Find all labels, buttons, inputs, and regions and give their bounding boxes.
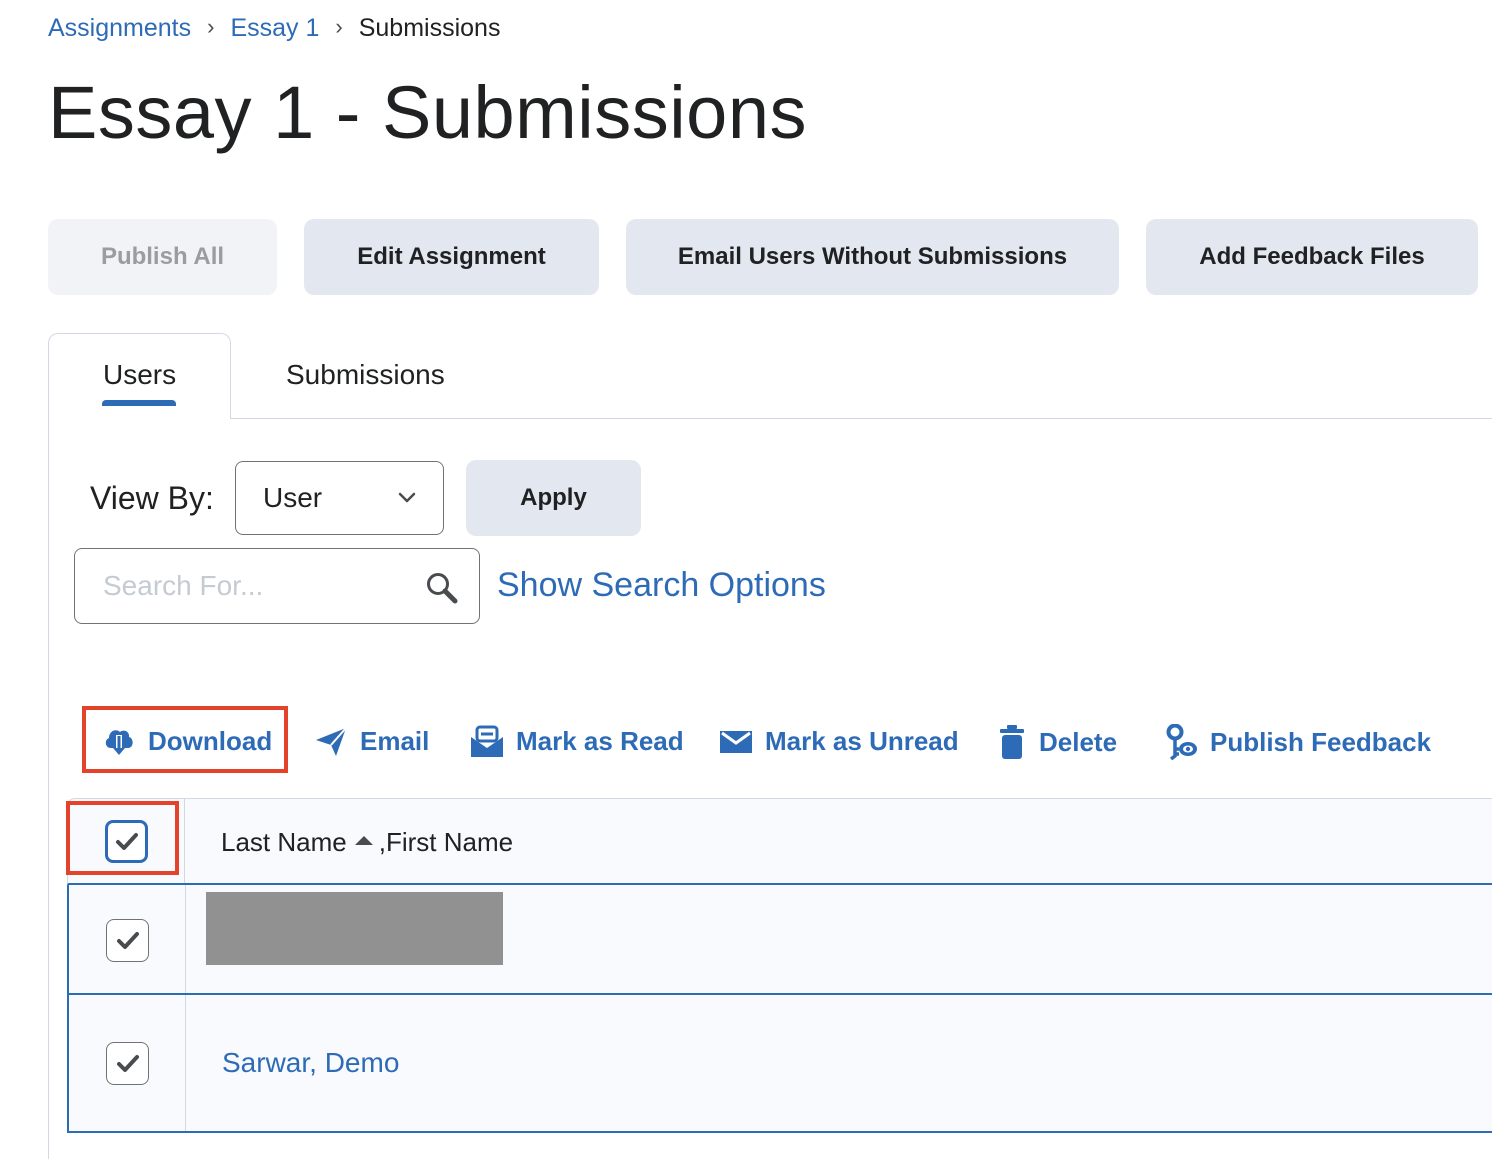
mark-as-unread-label: Mark as Unread [765,725,959,756]
breadcrumb-current: Submissions [358,14,501,42]
delete-label: Delete [1039,726,1118,757]
email-action[interactable]: Email [314,724,429,758]
table-header-row: Last Name , First Name [67,798,1492,885]
add-feedback-files-button[interactable]: Add Feedback Files [1146,219,1478,295]
edit-assignment-button[interactable]: Edit Assignment [304,219,599,295]
mark-as-read-label: Mark as Read [516,725,684,756]
tab-submissions[interactable]: Submissions [286,359,445,391]
mark-as-read-action[interactable]: Mark as Read [470,724,684,758]
view-by-label: View By: [90,480,214,516]
sort-ascending-icon [354,836,373,845]
breadcrumb-separator-icon: › [335,13,343,39]
breadcrumb: Assignments › Essay 1 › Submissions [48,14,500,43]
publish-all-button[interactable]: Publish All [48,219,277,295]
select-all-checkbox[interactable] [105,820,148,863]
tab-divider [230,418,1492,419]
user-name-link[interactable]: Sarwar, Demo [222,1047,399,1079]
publish-feedback-label: Publish Feedback [1210,726,1432,757]
envelope-open-icon [471,725,503,757]
row-checkbox[interactable] [106,1042,149,1085]
email-users-without-submissions-button[interactable]: Email Users Without Submissions [626,219,1119,295]
name-column-header: Last Name , First Name [221,827,513,858]
table-row: Sarwar, Demo [67,995,1492,1133]
search-box [74,548,480,624]
publish-feedback-icon [1166,724,1197,760]
mark-as-unread-action[interactable]: Mark as Unread [719,724,959,758]
redacted-name [206,892,503,965]
view-by-select[interactable]: User [235,461,444,535]
publish-feedback-action[interactable]: Publish Feedback [1166,724,1431,760]
view-by-selected-value: User [263,482,323,513]
apply-button[interactable]: Apply [466,460,641,536]
download-action[interactable]: Download [102,724,272,758]
column-divider [185,885,186,993]
panel-border [48,419,49,1159]
sort-last-name-link[interactable]: Last Name [221,827,347,858]
cloud-download-icon [105,730,133,755]
checkmark-icon [116,1054,139,1072]
envelope-icon [720,731,752,753]
paper-plane-icon [316,727,347,756]
search-input[interactable] [76,550,406,622]
search-icon[interactable] [425,571,459,605]
column-separator: , [378,827,386,857]
breadcrumb-separator-icon: › [207,13,215,39]
download-label: Download [148,725,273,756]
table-row [67,885,1492,995]
tab-users-active-indicator [102,400,176,406]
column-divider [184,799,185,883]
page-title: Essay 1 - Submissions [48,71,807,154]
row-checkbox[interactable] [106,919,149,962]
show-search-options-link[interactable]: Show Search Options [497,566,826,605]
tab-users[interactable]: Users [103,359,176,391]
chevron-down-icon [398,492,416,503]
delete-action[interactable]: Delete [997,724,1117,760]
column-divider [185,995,186,1131]
breadcrumb-assignments[interactable]: Assignments [48,14,191,43]
sort-first-name-link[interactable]: First Name [386,827,513,858]
checkmark-icon [116,931,139,949]
trash-icon [1000,725,1024,759]
breadcrumb-essay-1[interactable]: Essay 1 [230,14,319,43]
email-label: Email [360,725,430,756]
checkmark-icon [115,832,138,850]
